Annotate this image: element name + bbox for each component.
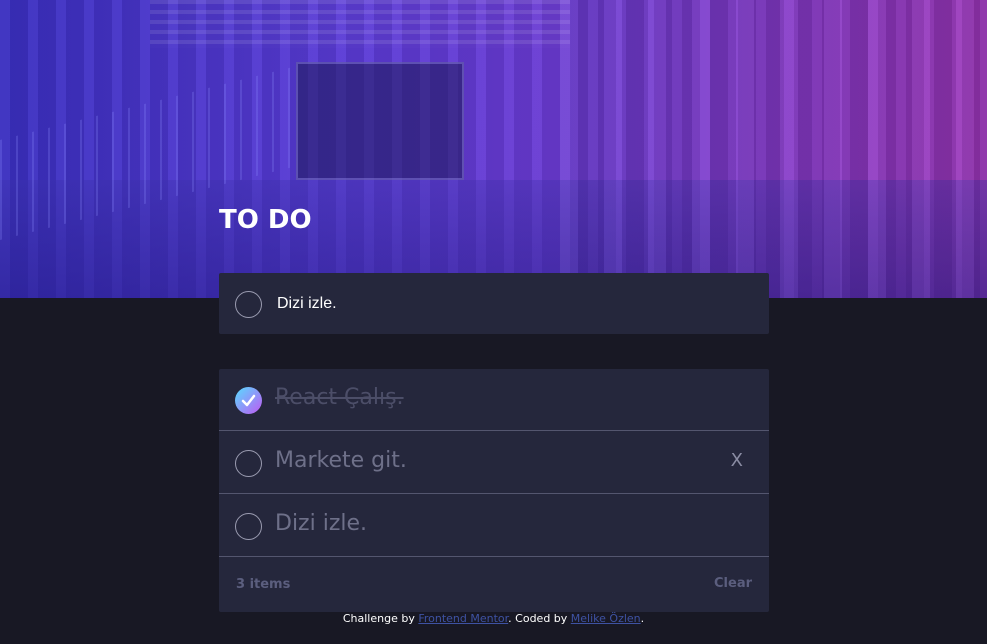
circle-icon[interactable] [235,450,262,477]
author-link[interactable]: Melike Özlen [571,612,641,625]
hero-ceiling [150,0,570,48]
frontend-mentor-link[interactable]: Frontend Mentor [418,612,508,625]
clear-completed-button[interactable]: Clear [714,576,752,591]
attribution: Challenge by Frontend Mentor. Coded by M… [0,612,987,625]
todo-item[interactable]: Dizi izle. [219,495,769,557]
check-icon[interactable] [235,387,262,414]
hero-background [0,0,987,298]
hero-door [296,62,464,180]
todo-label: Markete git. [275,448,407,473]
page-title: TO DO [219,205,312,235]
page: TO DO React Çalış. Markete git. X Dizi i… [0,0,987,644]
todo-item[interactable]: React Çalış. [219,369,769,431]
new-todo-box [219,273,769,334]
attribution-prefix: Challenge by [342,612,419,625]
todo-label: React Çalış. [275,385,404,410]
attribution-suffix: . [640,612,645,625]
new-todo-input[interactable] [277,291,737,317]
circle-icon[interactable] [235,513,262,540]
todo-list: React Çalış. Markete git. X Dizi izle. 3… [219,369,769,612]
attribution-middle: . Coded by [508,612,571,625]
delete-button[interactable]: X [731,450,743,471]
items-left-count: 3 items [236,577,291,592]
hero-columns [560,0,987,298]
circle-icon[interactable] [235,291,262,318]
todo-item[interactable]: Markete git. X [219,432,769,494]
todo-label: Dizi izle. [275,511,368,536]
list-footer: 3 items Clear [219,558,769,612]
